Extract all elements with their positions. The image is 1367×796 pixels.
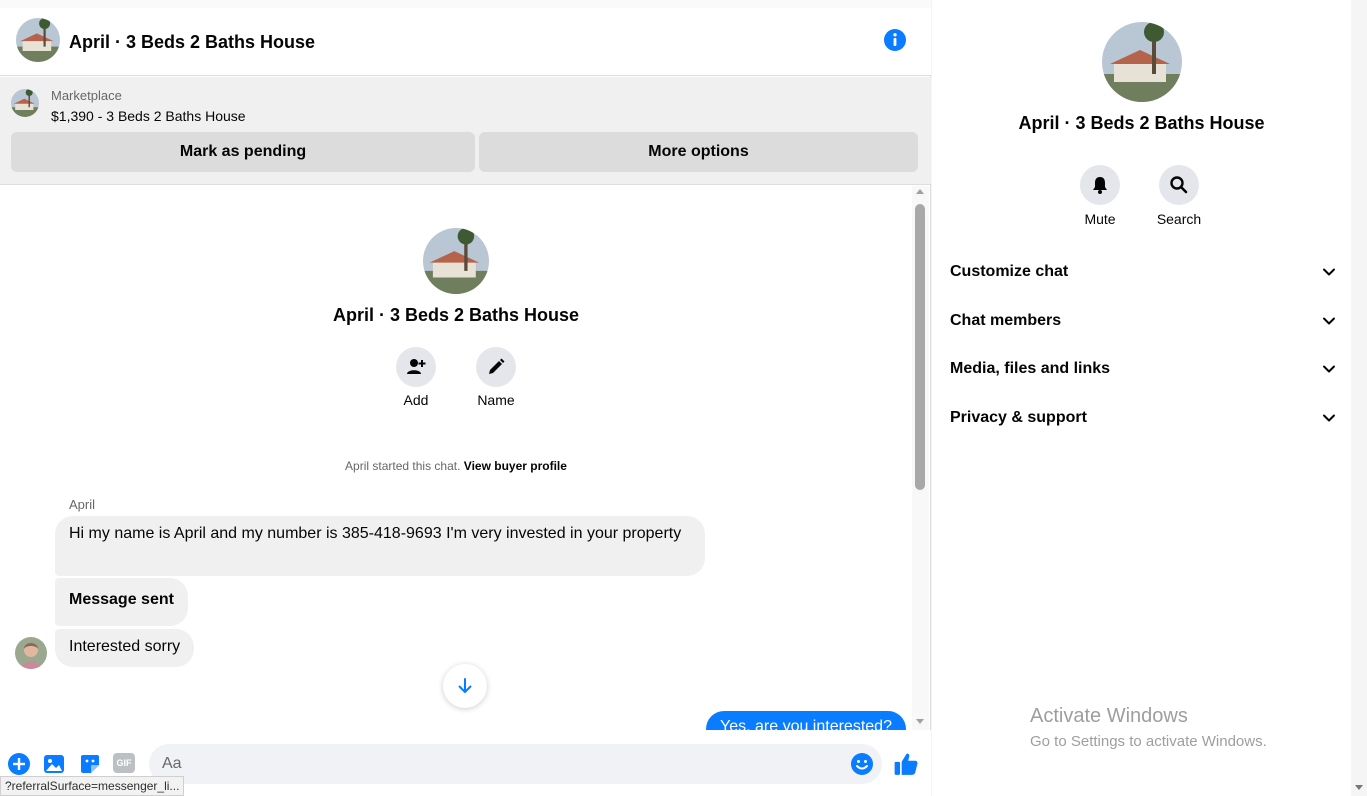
status-url-bar: ?referralSurface=messenger_li... <box>0 776 185 796</box>
scrollbar-thumb[interactable] <box>915 204 925 490</box>
section-customize-chat[interactable]: Customize chat <box>943 252 1343 292</box>
message-bubble[interactable]: Interested sorry <box>55 629 195 667</box>
chat-header: April · 3 Beds 2 Baths House <box>0 8 931 76</box>
house-photo-icon <box>1102 22 1182 102</box>
sender-avatar[interactable] <box>15 637 47 669</box>
details-title: April · 3 Beds 2 Baths House <box>1018 113 1265 133</box>
person-photo-icon <box>15 637 47 669</box>
section-label: Chat members <box>950 312 1062 329</box>
message-bubble[interactable]: Message sent <box>55 578 188 626</box>
started-text: April started this chat. <box>345 459 461 473</box>
details-avatar <box>1102 22 1182 102</box>
search-label: Search <box>1156 211 1202 227</box>
add-people-button[interactable]: Add <box>386 347 446 408</box>
section-chat-members[interactable]: Chat members <box>943 301 1343 341</box>
add-circle <box>396 347 436 387</box>
like-icon[interactable] <box>893 751 919 777</box>
mute-button[interactable]: Mute <box>1070 165 1130 227</box>
gif-label: GIF <box>116 758 132 768</box>
message-bubble[interactable]: Hi my name is April and my number is 385… <box>55 516 705 576</box>
section-label: Privacy & support <box>950 409 1087 426</box>
arrow-down-icon <box>458 678 472 693</box>
mute-circle <box>1080 165 1120 205</box>
scroll-up-arrow[interactable] <box>916 189 924 194</box>
page-scroll-down-arrow[interactable] <box>1355 785 1363 790</box>
pencil-icon <box>489 358 505 374</box>
section-media-files-links[interactable]: Media, files and links <box>943 349 1343 389</box>
add-label: Add <box>403 392 429 408</box>
message-thread: April · 3 Beds 2 Baths House Add Name Ap… <box>0 186 912 730</box>
outgoing-message-bubble[interactable]: Yes, are you interested? <box>706 711 906 730</box>
watermark-subtitle: Go to Settings to activate Windows. <box>1030 733 1267 750</box>
chat-title[interactable]: April · 3 Beds 2 Baths House <box>69 32 315 53</box>
marketplace-label: Marketplace <box>51 88 122 103</box>
section-label: Customize chat <box>950 263 1069 280</box>
sticker-icon[interactable] <box>78 752 102 776</box>
name-circle <box>476 347 516 387</box>
thread-scrollbar[interactable] <box>912 186 929 730</box>
section-privacy-support[interactable]: Privacy & support <box>943 398 1343 438</box>
info-icon[interactable] <box>883 28 907 52</box>
section-label: Media, files and links <box>950 360 1111 377</box>
chat-panel: April · 3 Beds 2 Baths House Marketplace <box>0 0 931 796</box>
scroll-to-bottom-button[interactable] <box>443 664 487 708</box>
emoji-icon[interactable] <box>850 752 874 776</box>
listing-thumbnail[interactable] <box>11 89 39 117</box>
name-chat-button[interactable]: Name <box>466 347 526 408</box>
messenger-window: April · 3 Beds 2 Baths House Marketplace <box>0 0 1367 796</box>
house-photo-icon <box>423 228 489 294</box>
search-icon <box>1170 176 1188 194</box>
plus-icon[interactable] <box>7 752 31 776</box>
chevron-down-icon <box>1323 365 1335 373</box>
scroll-down-arrow[interactable] <box>916 719 924 724</box>
listing-title[interactable]: $1,390 - 3 Beds 2 Baths House <box>51 108 246 124</box>
house-photo-icon <box>16 18 60 62</box>
mark-pending-button[interactable]: Mark as pending <box>11 132 475 172</box>
gif-icon[interactable]: GIF <box>113 753 135 773</box>
watermark-title: Activate Windows <box>1030 705 1188 727</box>
mute-label: Mute <box>1084 211 1116 227</box>
photo-icon[interactable] <box>42 752 66 776</box>
name-label: Name <box>477 392 515 408</box>
chat-avatar[interactable] <box>16 18 60 62</box>
chevron-down-icon <box>1323 268 1335 276</box>
search-circle <box>1159 165 1199 205</box>
page-scrollbar[interactable] <box>1351 0 1367 796</box>
house-photo-icon <box>11 89 39 117</box>
chevron-down-icon <box>1323 414 1335 422</box>
message-input[interactable] <box>149 744 882 784</box>
thread-title: April · 3 Beds 2 Baths House <box>332 305 580 325</box>
view-buyer-profile-link[interactable]: View buyer profile <box>464 459 567 473</box>
marketplace-banner: Marketplace $1,390 - 3 Beds 2 Baths Hous… <box>0 77 931 185</box>
thread-avatar <box>423 228 489 294</box>
chevron-down-icon <box>1323 317 1335 325</box>
windows-activation-watermark: Activate Windows Go to Settings to activ… <box>1030 705 1267 750</box>
top-band <box>0 0 931 8</box>
chat-started-notice: April started this chat. View buyer prof… <box>0 459 912 473</box>
search-button[interactable]: Search <box>1149 165 1209 227</box>
more-options-button[interactable]: More options <box>479 132 918 172</box>
details-panel: April · 3 Beds 2 Baths House Mute Search… <box>932 0 1351 796</box>
sender-name: April <box>69 497 96 512</box>
bell-icon <box>1093 177 1107 194</box>
add-person-icon <box>407 359 426 374</box>
